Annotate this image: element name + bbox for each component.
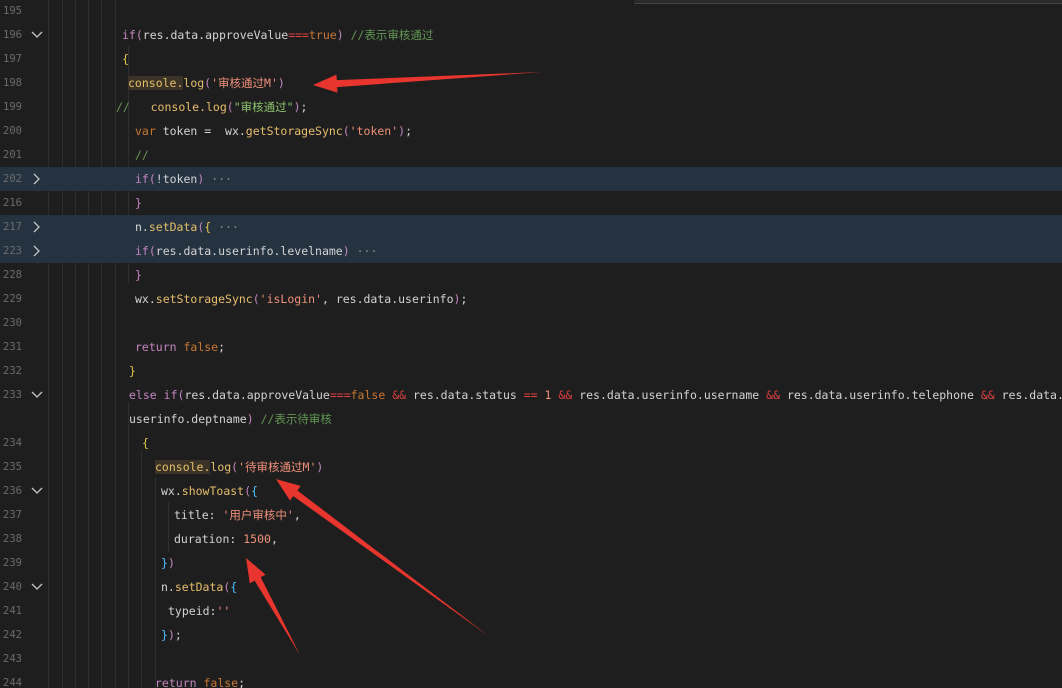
code-editor[interactable]: 195 196 if(res.data.approveValue===true) /…: [0, 0, 1062, 688]
annotation-arrows: [246, 72, 542, 655]
red-arrow-annotation: [246, 558, 300, 655]
red-arrow-annotation: [313, 72, 542, 93]
red-arrow-annotation: [276, 479, 490, 637]
